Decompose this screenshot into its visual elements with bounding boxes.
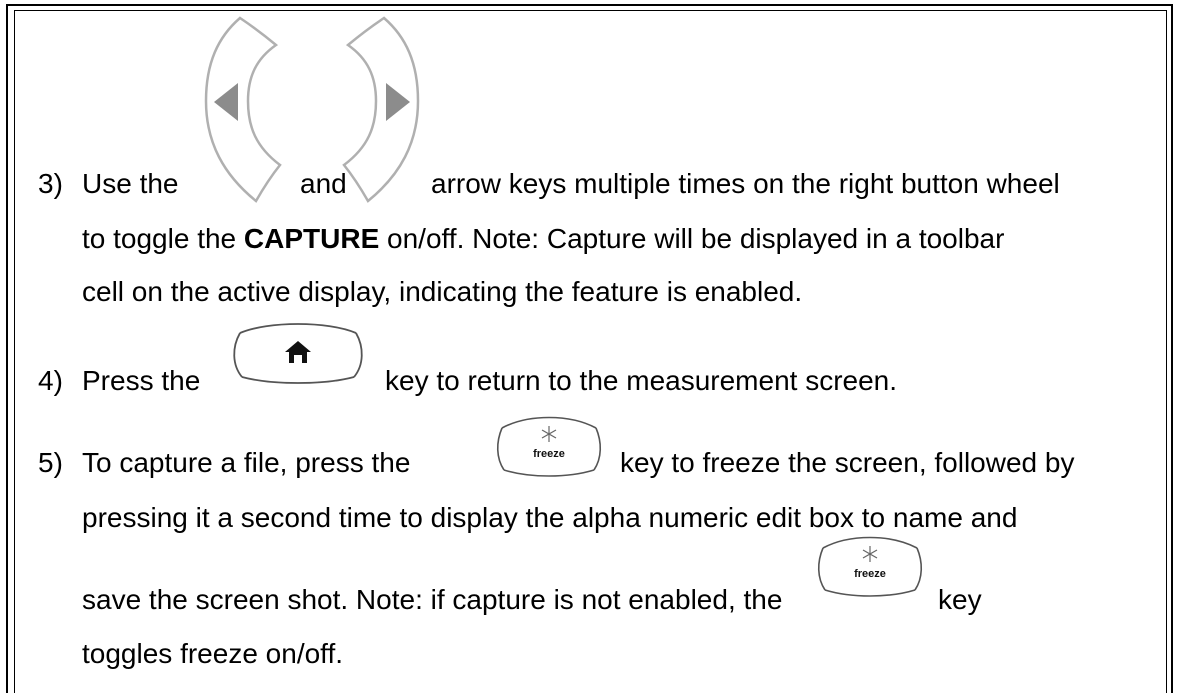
step-5-number: 5): [38, 447, 63, 478]
freeze-key-label: freeze: [533, 448, 565, 460]
step-4-text-a: Press the: [82, 365, 201, 396]
snowflake-icon: [541, 426, 557, 442]
freeze-key-label-2: freeze: [854, 568, 886, 580]
step-3-line-2: to toggle the CAPTURE on/off. Note: Capt…: [82, 223, 1005, 254]
left-arrow-key-icon: [204, 16, 282, 203]
home-key-icon: [233, 323, 363, 384]
freeze-key-icon: freeze: [496, 416, 602, 477]
step-3-line-1: 3): [38, 167, 63, 201]
step-3-text-c: arrow keys multiple times on the right b…: [431, 168, 1060, 199]
step-3-text-a: Use the: [82, 168, 179, 199]
step-5-text-d: key: [938, 584, 982, 615]
right-arrow-key-icon: [342, 16, 420, 203]
step-5-line-4: toggles freeze on/off.: [82, 638, 343, 669]
step-5-text-b: key to freeze the screen, followed by: [620, 447, 1075, 478]
step-4-text-b: key to return to the measurement screen.: [385, 365, 898, 396]
snowflake-icon: [862, 546, 878, 562]
capture-emphasis: CAPTURE: [243, 223, 380, 254]
step-5-line-2: pressing it a second time to display the…: [82, 502, 1018, 533]
freeze-key-icon-2: freeze: [817, 536, 923, 597]
step-3-number: 3): [38, 168, 63, 199]
step-4-number: 4): [38, 365, 63, 396]
step-3-line-3: cell on the active display, indicating t…: [82, 276, 803, 307]
step-5-text-c: save the screen shot. Note: if capture i…: [82, 584, 783, 615]
step-5-text-a: To capture a file, press the: [82, 447, 411, 478]
